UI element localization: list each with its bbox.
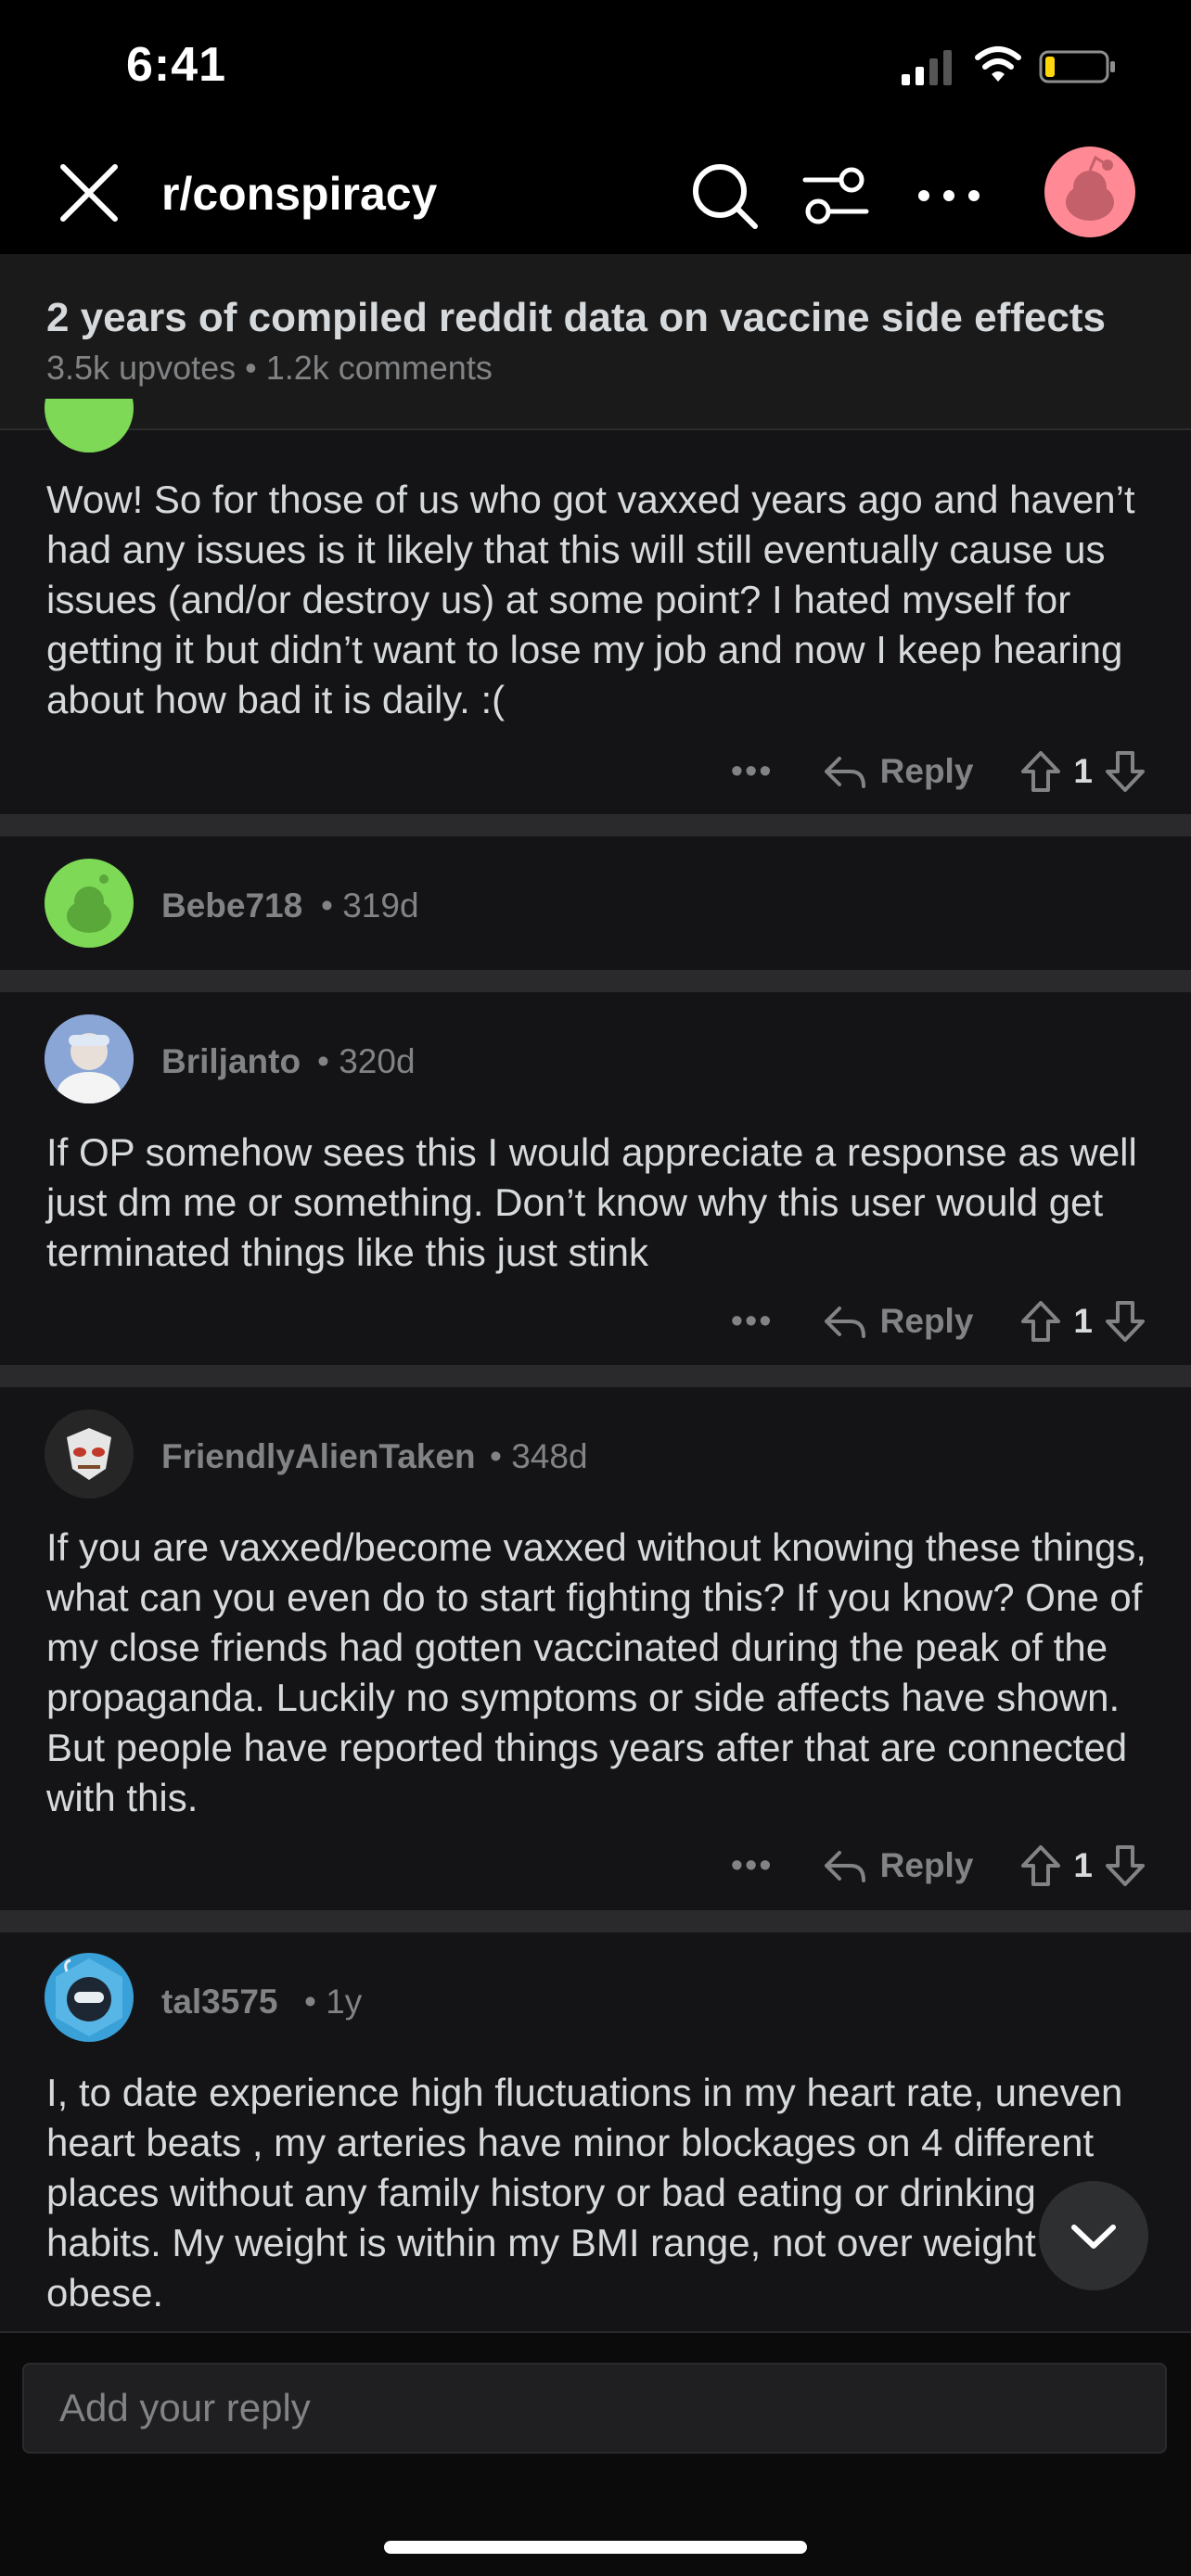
comment-text: Wow! So for those of us who got vaxxed y… [46,478,1135,721]
battery-icon [1039,50,1115,83]
comment-age: • 1y [304,1983,363,2021]
vote-control: 1 [1019,1843,1146,1888]
alien-avatar-icon [45,1409,134,1498]
reply-arrow-icon [824,757,865,788]
reply-arrow-icon [824,1307,865,1338]
downvote-icon[interactable] [1104,1843,1146,1888]
reply-label: Reply [879,1846,974,1884]
vote-control: 1 [1019,1299,1146,1344]
post-header[interactable] [0,254,1191,430]
scroll-down-button[interactable] [1039,2181,1148,2290]
comment-age: • 320d [317,1042,416,1080]
vote-count: 1 [1073,1302,1093,1340]
avatar[interactable] [45,1409,134,1498]
reply-label: Reply [879,752,974,790]
reply-button[interactable]: Reply [823,752,974,791]
reply-button[interactable]: Reply [823,1302,974,1341]
reply-label: Reply [879,1302,974,1340]
comment-text: I, to date experience high fluctuations … [46,2071,1123,2315]
wifi-icon [975,46,1021,82]
downvote-icon[interactable] [1104,1299,1146,1344]
comment-actions: ••• Reply 1 [724,1294,1146,1349]
reply-arrow-icon [824,1851,865,1882]
comment-username[interactable]: Bebe718 [161,886,302,925]
status-time: 6:41 [126,38,227,92]
avatar[interactable] [45,1014,134,1103]
avatar[interactable] [45,1953,134,2042]
snoo-avatar-icon [1066,155,1114,221]
upvote-icon[interactable] [1019,749,1062,794]
comment-text: If you are vaxxed/become vaxxed without … [46,1525,1147,1819]
comment-actions: ••• Reply 1 [724,744,1146,799]
status-bar: 6:41 [0,0,1191,139]
home-indicator[interactable] [384,2541,807,2554]
divider [0,814,1191,836]
cellular-signal-icon [902,50,952,85]
reply-input[interactable]: Add your reply [22,2363,1167,2454]
chevron-down-icon [1071,2225,1116,2249]
comment-text: If OP somehow sees this I would apprecia… [46,1130,1137,1274]
robot-avatar-icon [56,1958,122,2036]
upvote-icon[interactable] [1019,1843,1062,1888]
comment-age: • 348d [490,1437,588,1475]
more-options-icon[interactable]: ••• [724,752,780,792]
divider [0,1365,1191,1387]
vote-control: 1 [1019,749,1146,794]
downvote-icon[interactable] [1104,749,1146,794]
reply-button[interactable]: Reply [823,1846,974,1885]
filter-icon[interactable] [798,158,874,234]
search-icon[interactable] [686,158,762,234]
more-options-icon[interactable]: ••• [724,1302,780,1342]
comment-username[interactable]: Briljanto [161,1042,301,1081]
more-options-icon[interactable]: ••• [724,1846,780,1886]
post-title[interactable]: 2 years of compiled reddit data on vacci… [46,295,1106,341]
comment-username[interactable]: FriendlyAlienTaken [161,1437,476,1476]
user-avatar[interactable] [1044,147,1135,237]
bottom-safe-area [0,2480,1191,2576]
upvote-icon[interactable] [1019,1299,1062,1344]
comment-username[interactable]: tal3575 [161,1983,278,2021]
profile-photo-icon [45,1014,134,1103]
vote-count: 1 [1073,1846,1093,1884]
avatar [45,399,134,453]
subreddit-name[interactable]: r/conspiracy [161,167,437,221]
snoo-avatar-icon [67,874,111,933]
divider [0,970,1191,992]
post-meta: 3.5k upvotes • 1.2k comments [46,349,493,387]
divider [0,1910,1191,1932]
comment-age: • 319d [321,886,419,925]
comment-actions: ••• Reply 1 [724,1838,1146,1894]
more-icon[interactable] [911,158,987,234]
avatar[interactable] [45,859,134,948]
close-icon[interactable] [56,159,122,226]
vote-count: 1 [1073,752,1093,790]
